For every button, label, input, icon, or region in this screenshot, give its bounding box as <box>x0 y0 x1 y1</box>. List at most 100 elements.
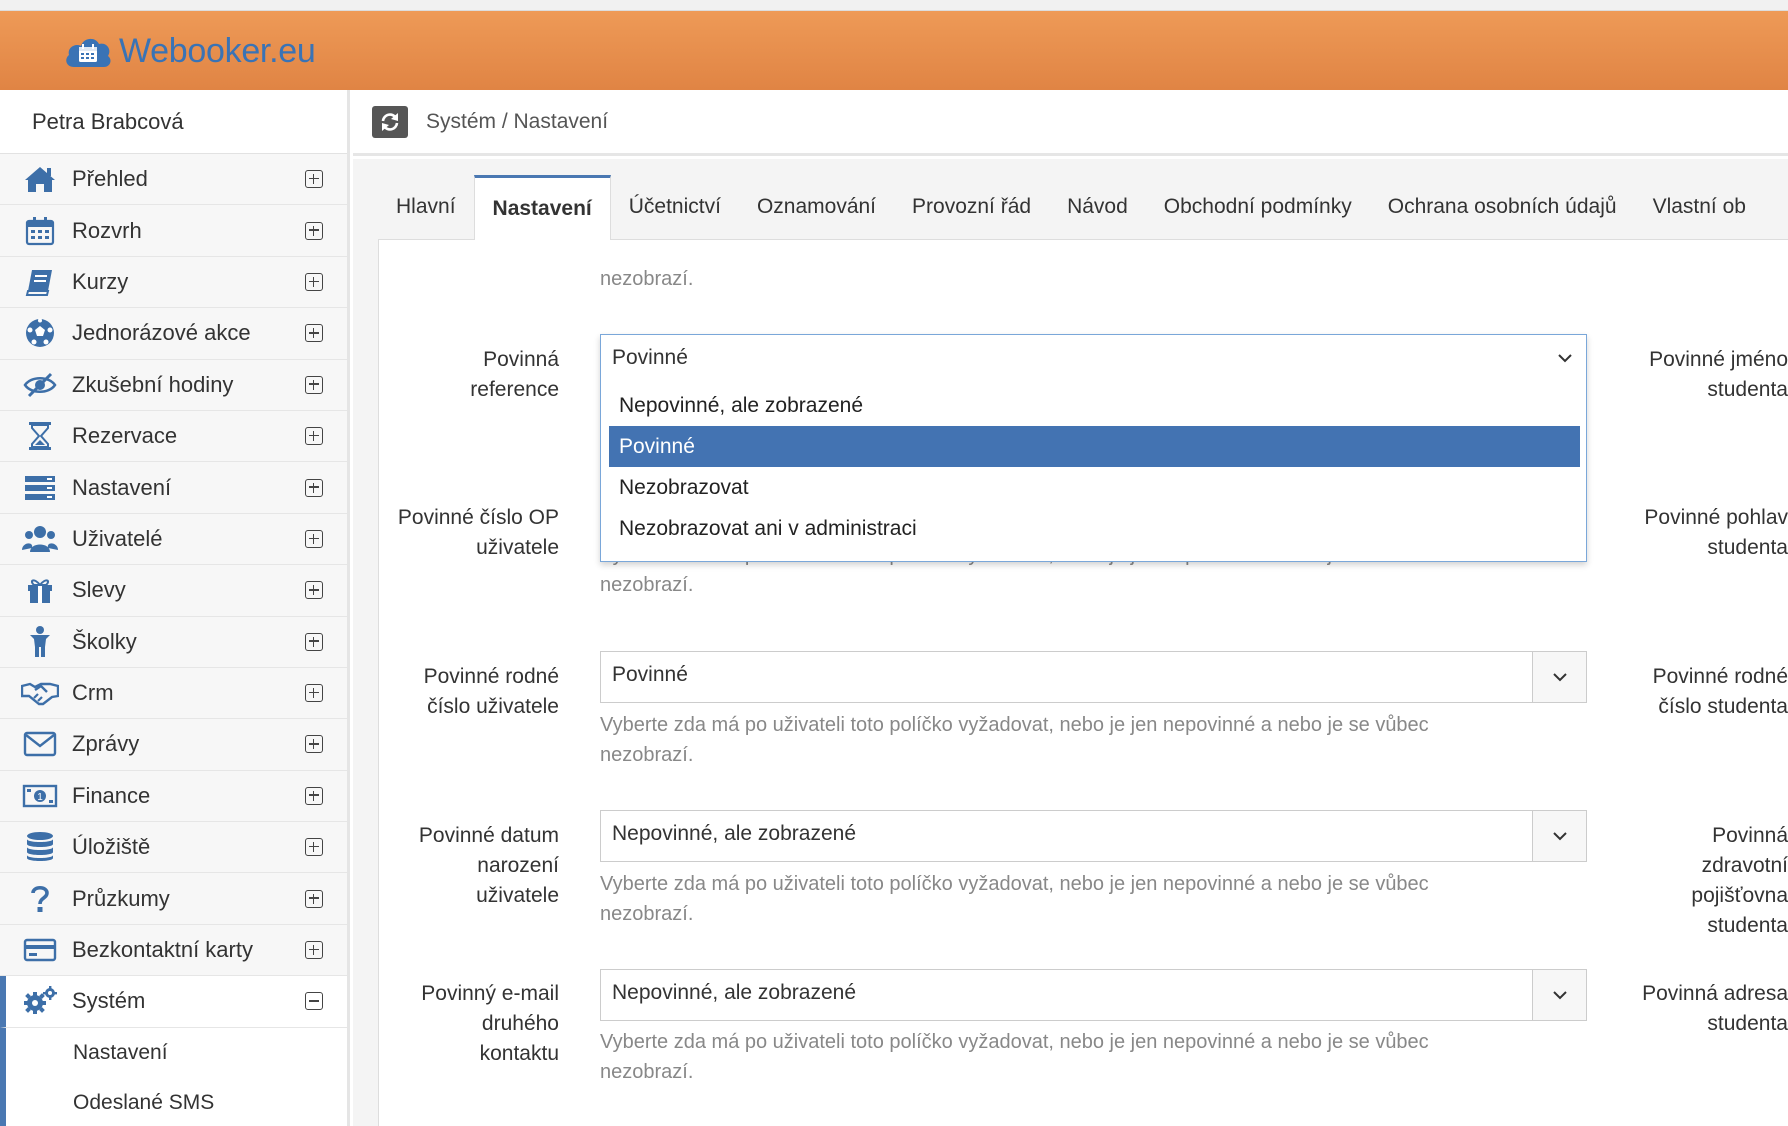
user-name[interactable]: Petra Brabcová <box>0 90 347 154</box>
tab-vlastni[interactable]: Vlastní ob <box>1635 175 1764 239</box>
sidebar-item-label: Jednorázové akce <box>72 320 251 346</box>
child-icon <box>20 625 60 659</box>
sidebar-item-nastaveni[interactable]: Nastavení <box>0 462 347 514</box>
select-value: Nepovinné, ale zobrazené <box>612 822 857 845</box>
question-icon <box>20 882 60 916</box>
sidebar-item-label: Slevy <box>72 577 126 603</box>
soccer-ball-icon <box>20 316 60 350</box>
select-value: Nepovinné, ale zobrazené <box>612 981 857 1004</box>
expand-icon[interactable] <box>305 529 323 548</box>
expand-icon[interactable] <box>305 735 323 754</box>
sidebar-item-skolky[interactable]: Školky <box>0 616 347 668</box>
sidebar-item-label: Školky <box>72 628 137 654</box>
select-value: Povinné <box>612 346 688 369</box>
expand-icon[interactable] <box>305 427 323 446</box>
expand-icon[interactable] <box>305 838 323 857</box>
select-reference-open[interactable]: Povinné Nepovinné, ale zobrazené Povinné… <box>600 334 1587 562</box>
logo-text: Webooker.eu <box>119 31 316 70</box>
expand-icon[interactable] <box>305 632 323 651</box>
hourglass-icon <box>20 419 60 453</box>
expand-icon[interactable] <box>305 272 323 291</box>
expand-icon[interactable] <box>305 786 323 805</box>
tab-ucetnictvi[interactable]: Účetnictví <box>611 175 739 239</box>
handshake-icon <box>20 676 60 710</box>
expand-icon[interactable] <box>305 478 323 497</box>
dropdown-option[interactable]: Nezobrazovat <box>609 467 1580 508</box>
chevron-down-icon[interactable] <box>1558 350 1572 368</box>
tab-hlavni[interactable]: Hlavní <box>378 175 474 239</box>
chevron-down-icon[interactable] <box>1532 811 1586 861</box>
svg-text:1: 1 <box>37 792 43 803</box>
tab-provozni-rad[interactable]: Provozní řád <box>894 175 1049 239</box>
expand-icon[interactable] <box>305 324 323 343</box>
select-value: Povinné <box>612 663 688 686</box>
expand-icon[interactable] <box>305 684 323 703</box>
chevron-down-icon[interactable] <box>1532 652 1586 702</box>
tab-nastaveni[interactable]: Nastavení <box>473 175 611 240</box>
logo[interactable]: Webooker.eu <box>62 29 316 73</box>
sidebar-item-pruzkumy[interactable]: Průzkumy <box>0 873 347 925</box>
sidebar-item-rezervace[interactable]: Rezervace <box>0 410 347 463</box>
window-top-strip <box>0 0 1788 11</box>
sidebar-item-zpravy[interactable]: Zprávy <box>0 719 347 771</box>
sidebar: Petra Brabcová Přehled Rozvrh Kurzy Jedn… <box>0 90 350 1126</box>
select-email-druheho-kontaktu[interactable]: Nepovinné, ale zobrazené <box>600 969 1587 1021</box>
sidebar-item-label: Kurzy <box>72 268 129 294</box>
sidebar-item-zkusebni-hodiny[interactable]: Zkušební hodiny <box>0 359 347 411</box>
expand-icon[interactable] <box>305 889 323 908</box>
expand-icon[interactable] <box>305 375 323 394</box>
tab-obchodni-podminky[interactable]: Obchodní podmínky <box>1146 175 1370 239</box>
select-reference[interactable]: Povinné <box>601 335 1586 385</box>
expand-icon[interactable] <box>305 581 323 600</box>
sidebar-item-label: Zkušební hodiny <box>72 371 234 397</box>
database-icon <box>20 830 60 864</box>
sidebar-item-slevy[interactable]: Slevy <box>0 565 347 617</box>
app-header: Webooker.eu <box>0 11 1788 90</box>
sidebar-item-label: Systém <box>72 988 146 1014</box>
sidebar-item-label: Uživatelé <box>72 525 163 551</box>
sidebar-item-label: Nastavení <box>72 474 172 500</box>
dropdown-option[interactable]: Nezobrazovat ani v administraci <box>609 508 1580 549</box>
refresh-button[interactable] <box>372 105 408 138</box>
gift-icon <box>20 573 60 607</box>
sidebar-item-label: Zprávy <box>72 731 140 757</box>
sidebar-item-label: Crm <box>72 680 114 706</box>
sidebar-item-finance[interactable]: 1 Finance <box>0 770 347 823</box>
sidebar-item-kurzy[interactable]: Kurzy <box>0 256 347 309</box>
sidebar-item-label: Přehled <box>72 166 148 192</box>
sidebar-item-uloziste[interactable]: Úložiště <box>0 822 347 874</box>
calendar-icon <box>20 214 60 248</box>
tab-navod[interactable]: Návod <box>1049 175 1146 239</box>
expand-icon[interactable] <box>305 941 323 960</box>
server-icon <box>20 471 60 505</box>
sidebar-subitem-nastaveni[interactable]: Nastavení <box>0 1027 347 1078</box>
sidebar-item-prehled[interactable]: Přehled <box>0 154 347 206</box>
tab-oznamovani[interactable]: Oznamování <box>739 175 894 239</box>
select-rodne-cislo[interactable]: Povinné <box>600 651 1587 703</box>
sidebar-item-rozvrh[interactable]: Rozvrh <box>0 205 347 257</box>
sidebar-subitem-odeslane-sms[interactable]: Odeslané SMS <box>0 1077 347 1126</box>
sidebar-item-label: Úložiště <box>72 834 151 860</box>
collapse-icon[interactable] <box>305 992 323 1011</box>
expand-icon[interactable] <box>305 170 323 189</box>
sidebar-item-jednorazove-akce[interactable]: Jednorázové akce <box>0 308 347 360</box>
chevron-down-icon[interactable] <box>1532 970 1586 1020</box>
home-icon <box>20 162 60 196</box>
money-icon: 1 <box>20 779 60 813</box>
expand-icon[interactable] <box>305 221 323 240</box>
sidebar-item-bezkontaktni-karty[interactable]: Bezkontaktní karty <box>0 924 347 977</box>
dropdown-option-selected[interactable]: Povinné <box>609 426 1580 467</box>
envelope-icon <box>20 727 60 761</box>
sidebar-item-system[interactable]: Systém <box>0 976 347 1028</box>
users-icon <box>20 522 60 556</box>
eye-slash-icon <box>20 368 60 402</box>
sidebar-item-crm[interactable]: Crm <box>0 667 347 720</box>
select-datum-narozeni[interactable]: Nepovinné, ale zobrazené <box>600 810 1587 862</box>
tab-bar: Hlavní Nastavení Účetnictví Oznamování P… <box>378 175 1788 240</box>
dropdown-option[interactable]: Nepovinné, ale zobrazené <box>609 385 1580 426</box>
sidebar-item-uzivatele[interactable]: Uživatelé <box>0 513 347 566</box>
refresh-icon <box>381 112 399 131</box>
breadcrumb: Systém / Nastavení <box>426 109 609 133</box>
sidebar-item-label: Rozvrh <box>72 217 142 243</box>
tab-ochrana-osobnich-udaju[interactable]: Ochrana osobních údajů <box>1370 175 1635 239</box>
